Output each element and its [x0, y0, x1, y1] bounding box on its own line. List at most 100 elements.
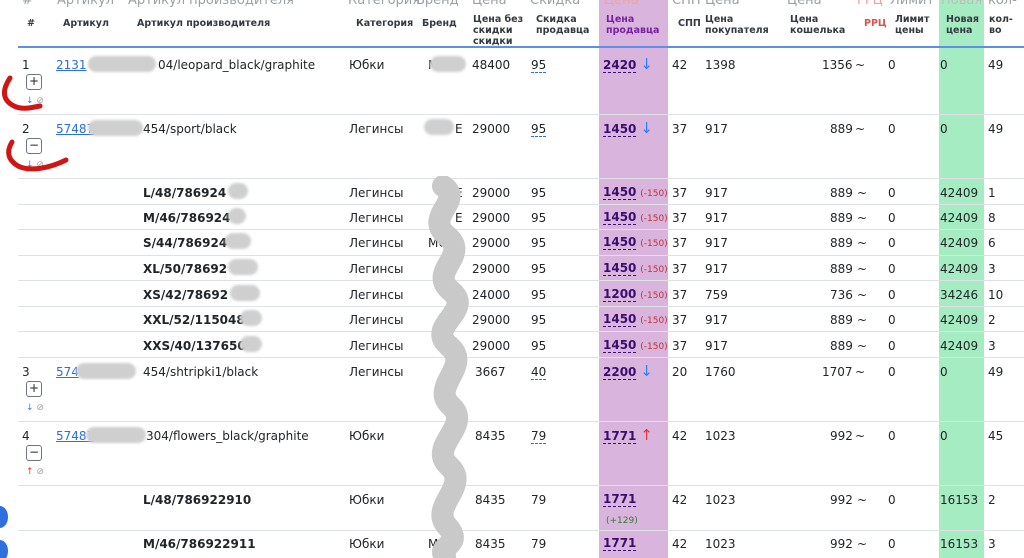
price-no-discount: 29000 — [472, 262, 511, 276]
seller-discount: 95 — [531, 288, 547, 302]
price-delta: (-150) — [640, 342, 668, 352]
header-seller-price[interactable]: Цена продавца — [606, 14, 662, 36]
spp: 37 — [672, 186, 688, 200]
seller-price[interactable]: 1450 — [603, 261, 637, 276]
price-no-discount: 29000 — [472, 122, 511, 136]
category: Юбки — [349, 493, 385, 507]
category: Легинсы — [349, 365, 404, 379]
rrc-tilde[interactable]: ~ — [857, 211, 867, 225]
header-price-no-discount[interactable]: Цена без скидки скидки — [473, 14, 525, 47]
seller-price[interactable]: 1450 — [603, 338, 637, 353]
rrc-tilde[interactable]: ~ — [857, 313, 867, 327]
price-no-discount: 29000 — [472, 339, 511, 353]
redaction-blur — [228, 208, 246, 224]
rrc-tilde[interactable]: ~ — [857, 493, 867, 507]
redaction-blur — [86, 427, 146, 443]
seller-price[interactable]: 1450 — [603, 210, 637, 225]
ban-icon[interactable]: ⊘ — [36, 403, 44, 413]
header-seller-discount[interactable]: Скидка продавца — [536, 14, 589, 36]
header-price-limit[interactable]: Лимит цены — [895, 14, 935, 36]
seller-price[interactable]: 2420 — [603, 58, 637, 73]
category: Легинсы — [349, 236, 404, 250]
rrc-tilde[interactable]: ~ — [857, 288, 867, 302]
price-limit: 0 — [888, 339, 896, 353]
header-article[interactable]: Артикул — [63, 18, 109, 29]
rrc-tilde[interactable]: ~ — [855, 122, 865, 136]
wallet-price: 889 — [830, 313, 853, 327]
expand-button[interactable]: + — [26, 381, 42, 397]
header-maker-article[interactable]: Артикул производителя — [137, 18, 270, 29]
spp: 37 — [672, 122, 688, 136]
arrow-down-icon[interactable]: ↓ — [26, 403, 34, 413]
size-article: L/48/786924 — [143, 186, 227, 200]
arrow-up-icon[interactable]: ↑ — [26, 467, 34, 477]
price-no-discount: 48400 — [472, 58, 511, 72]
rrc-tilde[interactable]: ~ — [857, 537, 867, 551]
qty: 1 — [988, 186, 996, 200]
seller-price[interactable]: 2200 — [603, 365, 637, 380]
header-new-price[interactable]: Новая цена — [946, 14, 982, 36]
header-category[interactable]: Категория — [356, 18, 413, 29]
rrc-tilde[interactable]: ~ — [855, 58, 865, 72]
seller-discount[interactable]: 40 — [531, 365, 547, 380]
ghost-header-row: # Артикул Артикул производителя Категори… — [0, 0, 1024, 8]
header-num[interactable]: # — [27, 18, 35, 29]
price-delta: (-150) — [640, 214, 668, 224]
seller-discount: 95 — [531, 236, 547, 250]
rrc-tilde[interactable]: ~ — [857, 339, 867, 353]
size-article: XL/50/78692 — [143, 262, 228, 276]
rrc-tilde[interactable]: ~ — [857, 186, 867, 200]
new-price: 42409 — [940, 262, 979, 276]
seller-price-cell: 1200 (-150) — [603, 287, 668, 303]
brand-redaction-scribble — [428, 176, 469, 558]
rrc-tilde[interactable]: ~ — [855, 429, 865, 443]
seller-price[interactable]: 1450 — [603, 185, 637, 200]
rrc-tilde[interactable]: ~ — [857, 236, 867, 250]
category: Юбки — [349, 537, 385, 551]
wallet-price: 992 — [830, 429, 853, 443]
price-limit: 0 — [888, 429, 896, 443]
ghost-header: Скидка — [530, 0, 581, 8]
ban-icon[interactable]: ⊘ — [36, 467, 44, 477]
header-brand[interactable]: Бренд — [422, 18, 457, 29]
size-article: S/44/786924 — [143, 236, 228, 250]
category: Легинсы — [349, 339, 404, 353]
spp: 42 — [672, 58, 688, 72]
rrc-tilde[interactable]: ~ — [855, 365, 865, 379]
header-spp[interactable]: СПП — [678, 18, 701, 29]
price-delta: (-150) — [640, 265, 668, 275]
maker-article: 04/leopard_black/graphite — [158, 58, 316, 72]
seller-price[interactable]: 1200 — [603, 287, 637, 302]
rrc-tilde[interactable]: ~ — [857, 262, 867, 276]
collapse-button[interactable]: − — [26, 445, 42, 461]
header-rrc[interactable]: РРЦ — [864, 18, 887, 29]
seller-price-cell: 1771 ↑ — [603, 428, 653, 444]
price-limit: 0 — [888, 186, 896, 200]
price-limit: 0 — [888, 365, 896, 379]
price-delta: (-150) — [640, 291, 668, 301]
seller-discount[interactable]: 95 — [531, 58, 547, 73]
ghost-header: Новая — [941, 0, 983, 8]
ghost-header: РРЦ — [857, 0, 883, 8]
header-buyer-price[interactable]: Цена покупателя — [705, 14, 775, 36]
spp: 37 — [672, 211, 688, 225]
seller-price[interactable]: 1450 — [603, 235, 637, 250]
seller-discount[interactable]: 79 — [531, 429, 547, 444]
seller-price[interactable]: 1450 — [603, 312, 637, 327]
seller-price[interactable]: 1771 — [603, 429, 637, 444]
seller-price[interactable]: 1771 — [603, 492, 637, 507]
header-wallet-price[interactable]: Цена кошелька — [790, 14, 850, 36]
seller-price[interactable]: 1771 — [603, 536, 637, 551]
buyer-price: 917 — [705, 122, 728, 136]
header-qty[interactable]: кол-во — [989, 14, 1021, 36]
seller-price-cell: 1771 — [603, 492, 637, 507]
row-icons: ↓ ⊘ — [26, 403, 44, 413]
seller-price-cell: 2420 ↓ — [603, 57, 653, 73]
seller-price[interactable]: 1450 — [603, 122, 637, 137]
ghost-header: СПП — [672, 0, 701, 8]
seller-price-cell: 1450 (-150) — [603, 261, 668, 277]
price-limit: 0 — [888, 211, 896, 225]
seller-discount[interactable]: 95 — [531, 122, 547, 137]
row-divider — [18, 306, 1024, 307]
seller-discount: 95 — [531, 313, 547, 327]
